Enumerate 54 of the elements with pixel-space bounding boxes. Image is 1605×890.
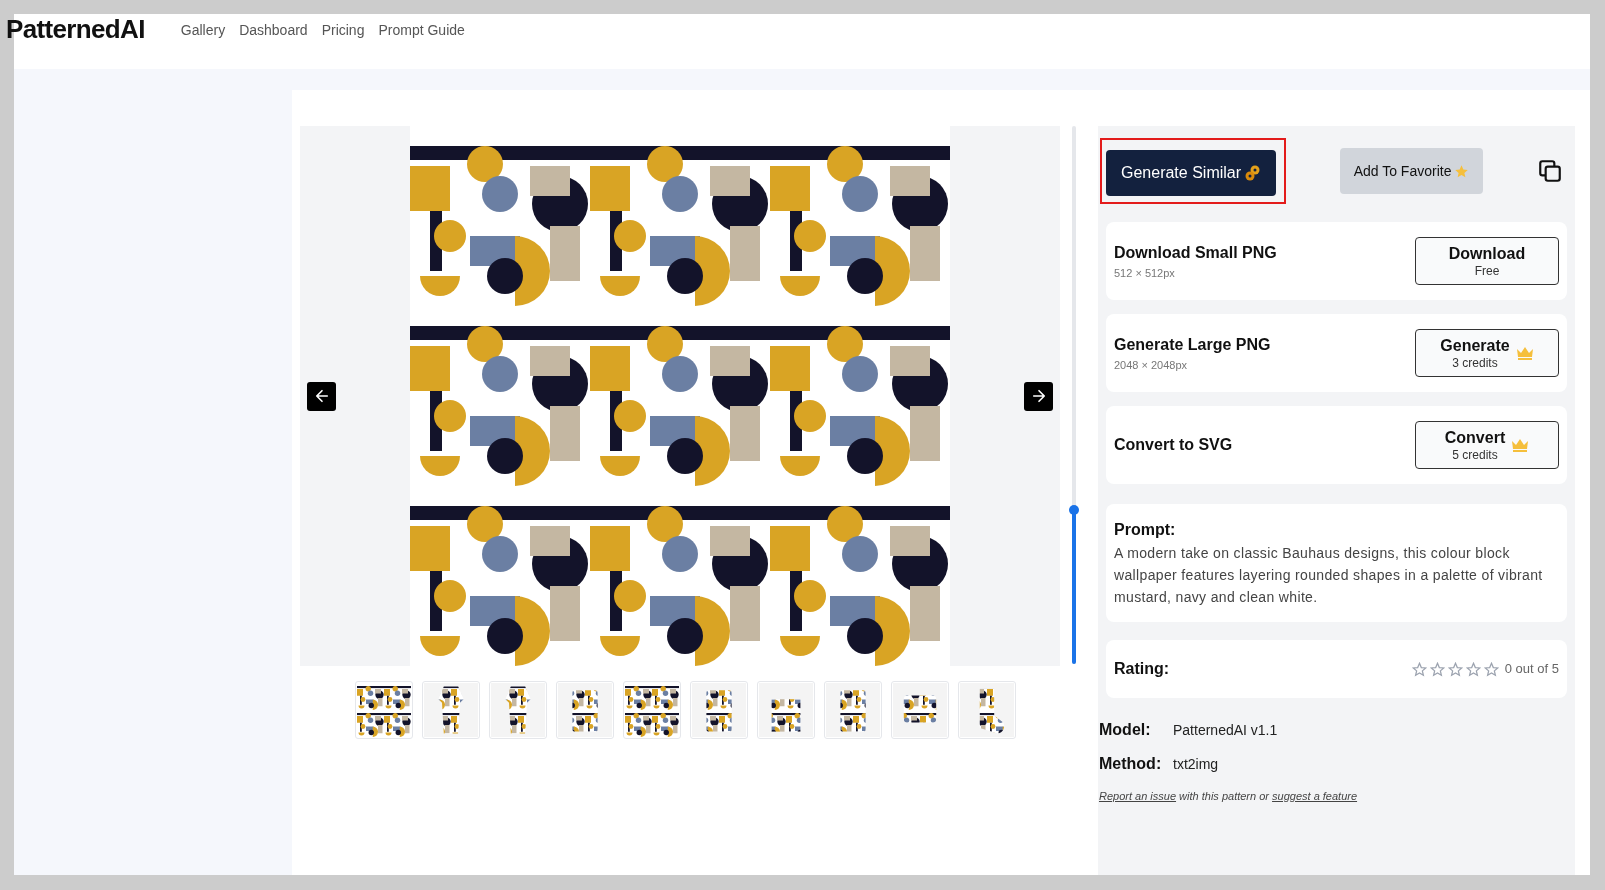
option-title: Generate Large PNG (1114, 334, 1271, 355)
button-label: Generate (1440, 335, 1510, 356)
nav-link[interactable]: Dashboard (239, 20, 308, 41)
thumbnail[interactable] (422, 681, 480, 739)
option-title: Convert to SVG (1114, 435, 1233, 455)
star-icon (1447, 661, 1463, 677)
thumbnail[interactable] (891, 681, 949, 739)
option-button[interactable]: Generate 3 credits (1415, 329, 1559, 377)
thumbnail[interactable] (958, 681, 1016, 739)
meta-label: Model: (1099, 720, 1152, 740)
report-link[interactable]: Report an issue (1099, 790, 1177, 802)
logo[interactable]: PatternedAI (6, 14, 145, 44)
star-icon (1429, 661, 1445, 677)
button-sublabel: 3 credits (1452, 355, 1498, 371)
rating-label: Rating: (1114, 659, 1170, 679)
button-label: Download (1448, 243, 1526, 264)
copy-icon[interactable] (1537, 158, 1563, 184)
thumbnail[interactable] (757, 681, 815, 739)
thumbnail[interactable] (489, 681, 547, 739)
nav-link[interactable]: Gallery (180, 20, 226, 41)
thumbnail[interactable] (355, 681, 413, 739)
thumbnail[interactable] (623, 681, 681, 739)
meta-value: txt2img (1173, 754, 1219, 774)
report-text: Report an issue with this pattern or suggest a feature (1099, 789, 1359, 804)
meta-label: Method: (1099, 754, 1163, 774)
meta-value: PatternedAI v1.1 (1173, 720, 1278, 740)
star-icon (1454, 163, 1470, 179)
thumbnail[interactable] (824, 681, 882, 739)
star-icon (1411, 661, 1427, 677)
star-icon (1465, 661, 1481, 677)
star-rating[interactable] (1411, 661, 1499, 677)
add-favorite-button[interactable]: Add To Favorite (1339, 148, 1484, 194)
option-button[interactable]: Convert 5 credits (1415, 421, 1559, 469)
button-sublabel: Free (1474, 263, 1500, 279)
thumbnail[interactable] (556, 681, 614, 739)
next-button[interactable] (1024, 381, 1053, 411)
suggest-link[interactable]: suggest a feature (1272, 790, 1358, 802)
button-label: Convert (1444, 427, 1506, 448)
generate-similar-button[interactable]: Generate Similar (1106, 150, 1277, 196)
option-title: Download Small PNG (1114, 242, 1277, 263)
thumbnail[interactable] (690, 681, 748, 739)
prompt-text: A modern take on classic Bauhaus designs, this colour block wallpaper features layering rounded shapes in a palette of vibrant mustard, navy and clean white. (1114, 544, 1544, 607)
button-sublabel: 5 credits (1452, 447, 1498, 463)
prompt-label: Prompt: (1114, 520, 1177, 540)
option-button[interactable]: Download Free (1415, 237, 1559, 285)
nav-link[interactable]: Prompt Guide (378, 20, 465, 41)
nav-link[interactable]: Pricing (321, 20, 365, 41)
option-subtitle: 2048 × 2048px (1114, 357, 1189, 373)
scroll-thumb[interactable] (1072, 508, 1076, 664)
star-icon (1483, 661, 1499, 677)
rating-reading: 0 out of 5 (1504, 660, 1559, 679)
previous-button[interactable] (307, 381, 336, 411)
option-subtitle: 512 × 512px (1114, 265, 1176, 281)
gears-icon (1245, 164, 1262, 182)
